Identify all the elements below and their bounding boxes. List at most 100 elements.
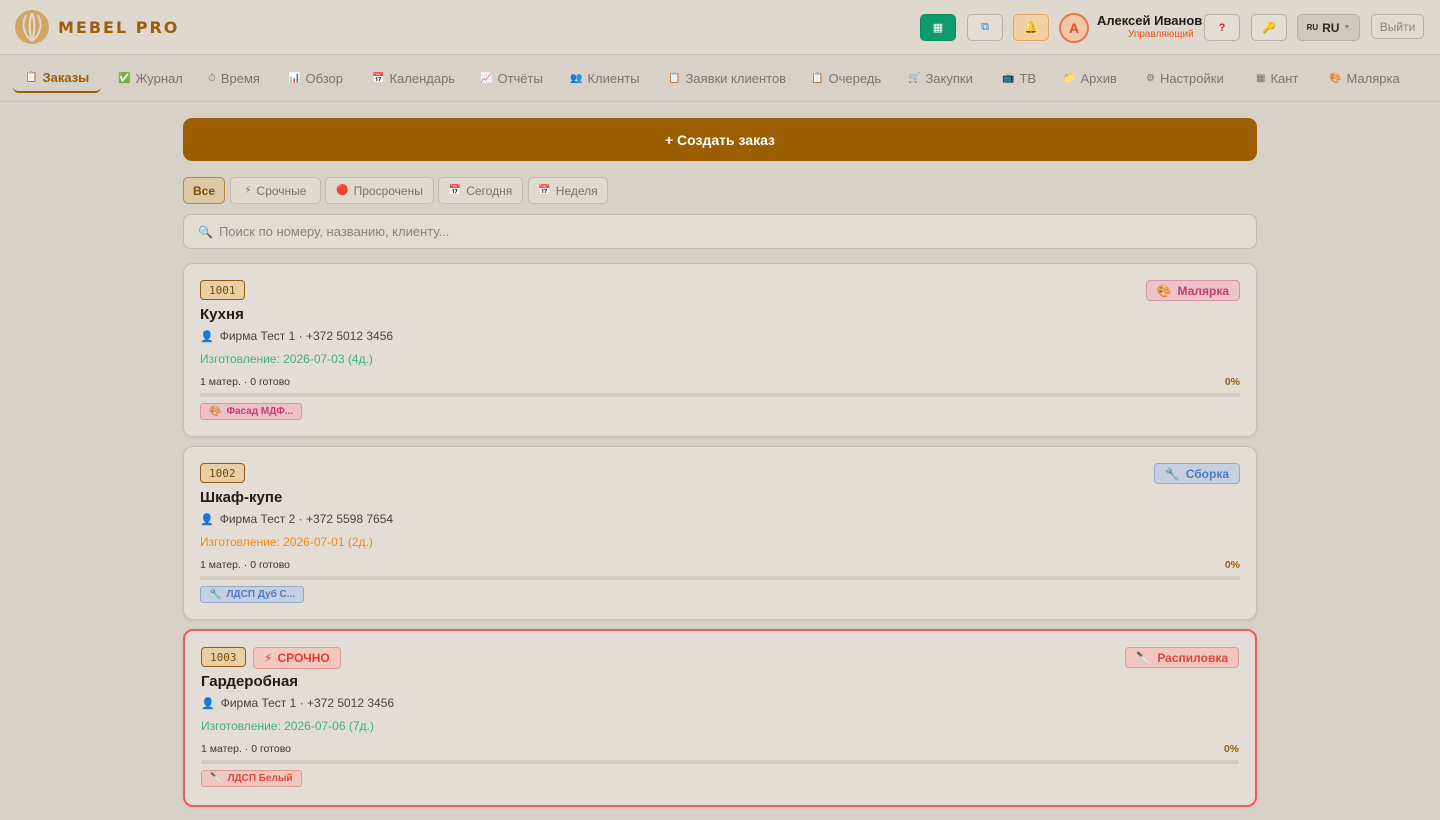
- production-date: Изготовление: 2026-07-01 (2д.): [200, 535, 373, 549]
- urgent-label: СРОЧНО: [277, 651, 330, 665]
- palette-icon: 🎨: [209, 406, 222, 417]
- calendar-icon: 📅: [448, 185, 462, 196]
- order-card[interactable]: 1003 ⚡ СРОЧНО 🔪 Распиловка Гардеробная 👤 Фирма …: [183, 629, 1257, 807]
- nav-item[interactable]: 📊 Обзор: [288, 63, 343, 93]
- search-bar[interactable]: 🔍: [183, 214, 1257, 249]
- notifications-button[interactable]: 🔔: [1013, 14, 1049, 41]
- lightning-icon: ⚡: [264, 651, 273, 665]
- users-icon: 👥: [570, 72, 583, 84]
- material-tag[interactable]: 🔪 ЛДСП Белый: [201, 770, 302, 787]
- nav-item[interactable]: 📁 Архив: [1063, 63, 1117, 93]
- search-icon: 🔍: [198, 224, 213, 239]
- client-text: Фирма Тест 1 · +372 5012 3456: [219, 329, 394, 343]
- clipboard-icon: 📋: [25, 71, 38, 83]
- logout-button[interactable]: Выйти: [1371, 14, 1424, 39]
- person-icon: 👤: [200, 513, 214, 526]
- calendar-icon: 📅: [372, 72, 385, 84]
- order-number: 1002: [200, 463, 245, 483]
- order-title: Шкаф-купе: [200, 489, 283, 506]
- user-role: Управляющий: [1128, 29, 1194, 40]
- order-title: Гардеробная: [201, 673, 299, 690]
- stage-label: Распиловка: [1157, 650, 1228, 665]
- material-tag[interactable]: 🔧 ЛДСП Дуб С...: [200, 586, 305, 603]
- brand-name: MEBEL PRO: [58, 17, 180, 37]
- nav-item[interactable]: 🛒 Закупки: [908, 63, 973, 93]
- stage-label: Сборка: [1185, 466, 1229, 481]
- nav-item-label: Настройки: [1159, 70, 1224, 86]
- progress-bar: [200, 576, 1240, 580]
- order-client: 👤 Фирма Тест 1 · +372 5012 3456: [201, 696, 394, 710]
- key-button[interactable]: 🔑: [1251, 14, 1287, 41]
- filter-overdue[interactable]: 🔴 Просрочены: [325, 177, 434, 204]
- bell-icon: 🔔: [1024, 22, 1038, 34]
- urgent-badge: ⚡ СРОЧНО: [253, 647, 341, 669]
- nav-item-label: Закупки: [925, 70, 973, 86]
- filter-week[interactable]: 📅 Неделя: [528, 177, 608, 204]
- filter-label: Просрочены: [353, 183, 423, 198]
- nav-item-label: Журнал: [135, 70, 183, 86]
- screen-button[interactable]: ⧉: [967, 14, 1003, 41]
- chart-up-icon: 📈: [480, 72, 493, 84]
- red-circle-icon: 🔴: [336, 185, 349, 196]
- stage-badge[interactable]: 🔧 Сборка: [1153, 463, 1240, 484]
- key-icon: 🔑: [1262, 22, 1276, 34]
- nav-item[interactable]: 📅 Календарь: [372, 63, 455, 93]
- nav-item[interactable]: ✅ Журнал: [118, 63, 183, 93]
- stage-badge[interactable]: 🎨 Малярка: [1145, 280, 1240, 301]
- nav-item-label: ТВ: [1019, 70, 1037, 86]
- order-title: Кухня: [200, 306, 244, 323]
- nav-item[interactable]: 📋 Заявки клиентов: [668, 63, 786, 93]
- grid-icon: ▦: [932, 22, 944, 34]
- nav-item[interactable]: 📺 ТВ: [1002, 63, 1036, 93]
- materials-summary: 1 матер. · 0 готово: [200, 376, 290, 388]
- nav-item[interactable]: ⚙ Настройки: [1146, 63, 1224, 93]
- filter-urgent[interactable]: ⚡ Срочные: [230, 177, 321, 204]
- folder-icon: 📁: [1063, 72, 1076, 84]
- avatar[interactable]: А: [1059, 13, 1089, 43]
- order-number: 1001: [200, 280, 245, 300]
- screen-icon: ⧉: [981, 21, 989, 33]
- progress-bar: [200, 393, 1240, 397]
- production-date: Изготовление: 2026-07-03 (4д.): [200, 352, 373, 366]
- lightning-icon: ⚡: [244, 185, 252, 196]
- user-name: Алексей Иванов: [1097, 13, 1203, 28]
- material-tag[interactable]: 🎨 Фасад МДФ...: [200, 403, 303, 420]
- nav-item[interactable]: 📋 Заказы: [13, 63, 102, 93]
- calendar-icon: 📅: [538, 185, 551, 196]
- nav-item[interactable]: 📋 Очередь: [811, 63, 881, 93]
- order-card[interactable]: 1002 🔧 Сборка Шкаф-купе 👤 Фирма Тест 2 · +372…: [183, 446, 1257, 620]
- search-input[interactable]: [218, 224, 1119, 239]
- material-label: Фасад МДФ...: [226, 406, 294, 417]
- client-text: Фирма Тест 2 · +372 5598 7654: [219, 512, 394, 526]
- nav-item[interactable]: ▦ Кант: [1256, 63, 1298, 93]
- bar-chart-icon: 📊: [288, 72, 301, 84]
- create-order-button[interactable]: + Создать заказ: [183, 118, 1257, 161]
- progress-percent: 0%: [1224, 376, 1240, 388]
- paint-icon: 🎨: [1329, 72, 1342, 84]
- flag-icon: RU: [1306, 23, 1319, 32]
- language-select[interactable]: RU RU ▼: [1297, 14, 1360, 41]
- filter-label: Все: [192, 183, 215, 198]
- nav-item[interactable]: 📈 Отчёты: [480, 63, 543, 93]
- materials-summary: 1 матер. · 0 готово: [200, 559, 290, 571]
- order-card[interactable]: 1001 🎨 Малярка Кухня 👤 Фирма Тест 1 · +372 50…: [183, 263, 1257, 437]
- filter-today[interactable]: 📅 Сегодня: [438, 177, 523, 204]
- logo[interactable]: MEBEL PRO: [14, 9, 179, 45]
- nav-item[interactable]: 👥 Клиенты: [570, 63, 640, 93]
- knife-icon: 🔪: [210, 773, 223, 784]
- nav-item-label: Малярка: [1346, 70, 1400, 86]
- filter-label: Неделя: [555, 183, 598, 198]
- wrench-icon: 🔧: [1164, 466, 1180, 481]
- filter-all[interactable]: Все: [183, 177, 225, 204]
- grid-button[interactable]: ▦: [920, 14, 956, 41]
- nav-item[interactable]: 🎨 Малярка: [1329, 63, 1400, 93]
- progress-bar: [201, 760, 1239, 764]
- nav-item[interactable]: ⏱ Время: [208, 63, 260, 93]
- help-button[interactable]: ?: [1204, 14, 1240, 41]
- stage-badge[interactable]: 🔪 Распиловка: [1125, 647, 1239, 668]
- production-date: Изготовление: 2026-07-06 (7д.): [201, 719, 374, 733]
- nav-item-label: Очередь: [828, 70, 882, 86]
- timer-icon: ⏱: [208, 72, 216, 84]
- progress-percent: 0%: [1224, 559, 1240, 571]
- cart-icon: 🛒: [908, 72, 921, 84]
